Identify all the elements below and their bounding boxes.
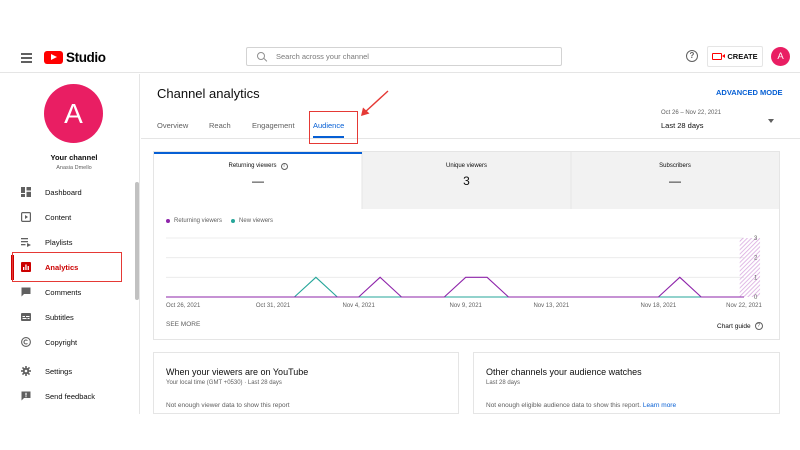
- metric-subscribers[interactable]: Subscribers —: [571, 152, 779, 209]
- date-period-text: Last 28 days: [661, 121, 704, 130]
- search-icon: [257, 51, 267, 62]
- x-tick-label: Nov 9, 2021: [450, 303, 483, 309]
- page-title: Channel analytics: [157, 86, 260, 101]
- youtube-logo-icon: [44, 50, 63, 64]
- metric-label: Subscribers: [659, 163, 691, 169]
- menu-icon[interactable]: [21, 53, 32, 63]
- tab-overview[interactable]: Overview: [157, 121, 188, 130]
- x-tick-label: Oct 26, 2021: [166, 303, 201, 309]
- create-label: CREATE: [727, 52, 758, 61]
- help-icon[interactable]: ?: [686, 50, 698, 62]
- tab-engagement[interactable]: Engagement: [252, 121, 295, 130]
- create-button[interactable]: CREATE: [707, 46, 763, 67]
- card-title: When your viewers are on YouTube: [166, 367, 309, 377]
- legend-dot-icon: [231, 219, 236, 223]
- sidebar-item-subtitles[interactable]: Subtitles: [0, 305, 130, 330]
- channel-name: Anasia Dmello: [56, 165, 92, 171]
- sidebar-item-label: Send feedback: [45, 392, 96, 401]
- metric-label-wrap: Returning viewers i: [154, 163, 362, 170]
- sidebar-item-label: Settings: [45, 367, 73, 376]
- sidebar-item-label: Playlists: [45, 238, 73, 247]
- sidebar-item-settings[interactable]: Settings: [0, 359, 130, 384]
- sidebar-scrollbar[interactable]: [135, 182, 139, 300]
- sidebar-item-label: Dashboard: [45, 188, 82, 197]
- top-bar: Studio ? CREATE A: [0, 40, 800, 73]
- channel-label: Your channel: [50, 153, 98, 162]
- metric-label: Returning viewers: [228, 163, 277, 169]
- dashboard-icon: [21, 187, 31, 197]
- sidebar-item-label: Copyright: [45, 338, 78, 347]
- analytics-chart-card: 0 1 2 3 Oct 26, 2021 Oct 31, 2021 Nov 4, 2021 N…: [153, 151, 780, 340]
- playlists-icon: [21, 238, 31, 247]
- card-message: Not enough eligible audience data to sho…: [486, 402, 642, 409]
- metric-unique-viewers[interactable]: Unique viewers 3: [362, 152, 571, 209]
- see-more-link[interactable]: SEE MORE: [166, 321, 200, 328]
- settings-icon: [21, 366, 31, 376]
- sidebar-item-copyright[interactable]: Copyright: [0, 330, 130, 355]
- metric-returning-viewers[interactable]: Returning viewers i —: [154, 152, 362, 209]
- x-tick-label: Nov 18, 2021: [641, 303, 677, 309]
- chart-guide-link[interactable]: Chart guide ?: [717, 322, 763, 330]
- learn-more-link[interactable]: Learn more: [643, 402, 676, 409]
- card-title: Other channels your audience watches: [486, 367, 642, 377]
- sidebar-item-label: Subtitles: [45, 313, 74, 322]
- sidebar-item-label: Comments: [45, 288, 82, 297]
- chart-legend: Returning viewers New viewers: [166, 218, 282, 224]
- comments-icon: [21, 287, 31, 297]
- legend-label: New viewers: [239, 218, 274, 224]
- x-tick-label: Nov 13, 2021: [533, 303, 569, 309]
- card-subtitle: Your local time (GMT +0530) · Last 28 da…: [166, 380, 282, 386]
- advanced-mode-button[interactable]: ADVANCED MODE: [716, 88, 783, 97]
- card-subtitle: Last 28 days: [486, 380, 521, 386]
- legend-dot-icon: [166, 219, 170, 223]
- search-input[interactable]: [276, 52, 546, 61]
- content-icon: [21, 212, 31, 222]
- tabs-divider: [141, 138, 800, 139]
- sidebar: A Your channel Anasia Dmello Dashboard C…: [0, 74, 140, 414]
- x-tick-label: Nov 22, 2021: [726, 303, 762, 309]
- date-range-text: Oct 26 – Nov 22, 2021: [661, 110, 722, 116]
- metric-value: —: [669, 174, 681, 188]
- viewers-on-youtube-card: When your viewers are on YouTube Your lo…: [153, 352, 459, 414]
- annotation-arrow-icon: [361, 90, 389, 116]
- x-tick-label: Nov 4, 2021: [342, 303, 375, 309]
- video-camera-icon: [712, 53, 726, 60]
- feedback-icon: [21, 391, 31, 401]
- legend-item[interactable]: New viewers: [231, 218, 273, 224]
- channel-avatar[interactable]: A: [44, 84, 103, 143]
- chart-guide-label: Chart guide: [717, 322, 751, 330]
- tab-reach[interactable]: Reach: [209, 121, 231, 130]
- subtitles-icon: [21, 313, 31, 321]
- metric-value: 3: [463, 174, 470, 188]
- other-channels-card: Other channels your audience watches Las…: [473, 352, 780, 414]
- metric-value: —: [252, 174, 264, 188]
- info-icon[interactable]: i: [280, 163, 288, 170]
- sidebar-item-label: Content: [45, 213, 72, 222]
- card-message: Not enough viewer data to show this repo…: [166, 402, 290, 409]
- metric-label: Unique viewers: [445, 163, 488, 169]
- caret-down-icon: [768, 119, 774, 123]
- sidebar-item-comments[interactable]: Comments: [0, 280, 130, 305]
- sidebar-item-dashboard[interactable]: Dashboard: [0, 180, 130, 205]
- partial-period-hatch: [739, 238, 761, 297]
- sidebar-item-send-feedback[interactable]: Send feedback: [0, 384, 130, 409]
- help-icon: ?: [754, 322, 763, 330]
- series-line: [166, 276, 744, 298]
- legend-label: Returning viewers: [174, 218, 223, 224]
- x-tick-label: Oct 31, 2021: [256, 303, 291, 309]
- account-avatar[interactable]: A: [771, 47, 790, 66]
- sidebar-item-content[interactable]: Content: [0, 205, 130, 230]
- analytics-highlight-box: [12, 252, 122, 282]
- search-bar[interactable]: [246, 47, 562, 66]
- legend-item[interactable]: Returning viewers: [166, 218, 222, 224]
- copyright-icon: [21, 337, 31, 347]
- studio-logo[interactable]: Studio: [44, 49, 106, 65]
- card-message-wrap: Not enough eligible audience data to sho…: [486, 402, 676, 409]
- logo-text: Studio: [66, 49, 106, 65]
